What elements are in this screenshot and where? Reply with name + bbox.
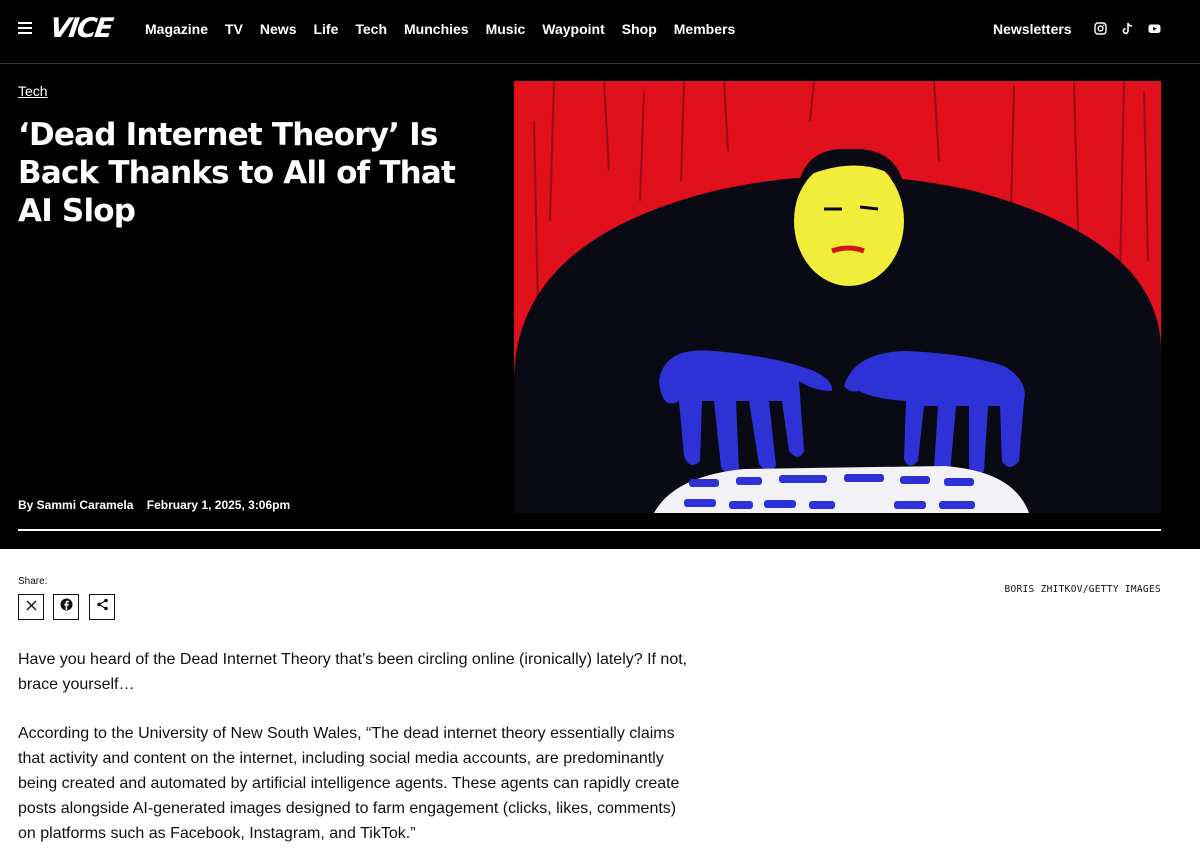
category-link[interactable]: Tech <box>18 83 48 99</box>
author-name[interactable]: By Sammi Caramela <box>18 498 133 512</box>
share-facebook-button[interactable] <box>53 594 79 620</box>
hero-divider <box>18 529 1161 531</box>
tiktok-icon[interactable] <box>1121 22 1134 35</box>
nav-link-music[interactable]: Music <box>486 20 526 38</box>
share-link-button[interactable] <box>89 594 115 620</box>
nav-link-life[interactable]: Life <box>313 20 338 38</box>
nav-link-waypoint[interactable]: Waypoint <box>542 20 604 38</box>
nav-link-tech[interactable]: Tech <box>355 20 387 38</box>
menu-icon[interactable] <box>18 22 32 36</box>
top-navigation: VICE Magazine TV News Life Tech Munchies… <box>0 0 1200 64</box>
x-icon <box>26 598 37 616</box>
nav-link-shop[interactable]: Shop <box>622 20 657 38</box>
image-credit: BORIS ZHITKOV/GETTY IMAGES <box>1004 584 1161 595</box>
share-label: Share: <box>18 576 48 587</box>
facebook-icon <box>60 598 73 616</box>
nav-link-news[interactable]: News <box>260 20 297 38</box>
publish-date: February 1, 2025, 3:06pm <box>146 498 291 512</box>
share-icon <box>96 598 109 616</box>
article-paragraph: Have you heard of the Dead Internet Theo… <box>18 651 688 693</box>
byline: By Sammi Caramela February 1, 2025, 3:06… <box>18 498 290 513</box>
nav-link-members[interactable]: Members <box>674 20 735 38</box>
article-headline: ‘Dead Internet Theory’ Is Back Thanks to… <box>18 117 456 229</box>
hero-illustration <box>514 81 1161 513</box>
youtube-icon[interactable] <box>1148 22 1161 35</box>
nav-link-munchies[interactable]: Munchies <box>404 20 469 38</box>
main-nav: Magazine TV News Life Tech Munchies Musi… <box>145 20 752 38</box>
newsletters-link[interactable]: Newsletters <box>993 20 1072 38</box>
instagram-icon[interactable] <box>1094 22 1107 35</box>
nav-link-magazine[interactable]: Magazine <box>145 20 208 38</box>
vice-logo[interactable]: VICE <box>48 13 114 44</box>
share-x-button[interactable] <box>18 594 44 620</box>
nav-link-tv[interactable]: TV <box>225 20 243 38</box>
article-paragraph: According to the University of New South… <box>18 725 680 842</box>
article-hero: Tech ‘Dead Internet Theory’ Is Back Than… <box>0 64 1200 549</box>
